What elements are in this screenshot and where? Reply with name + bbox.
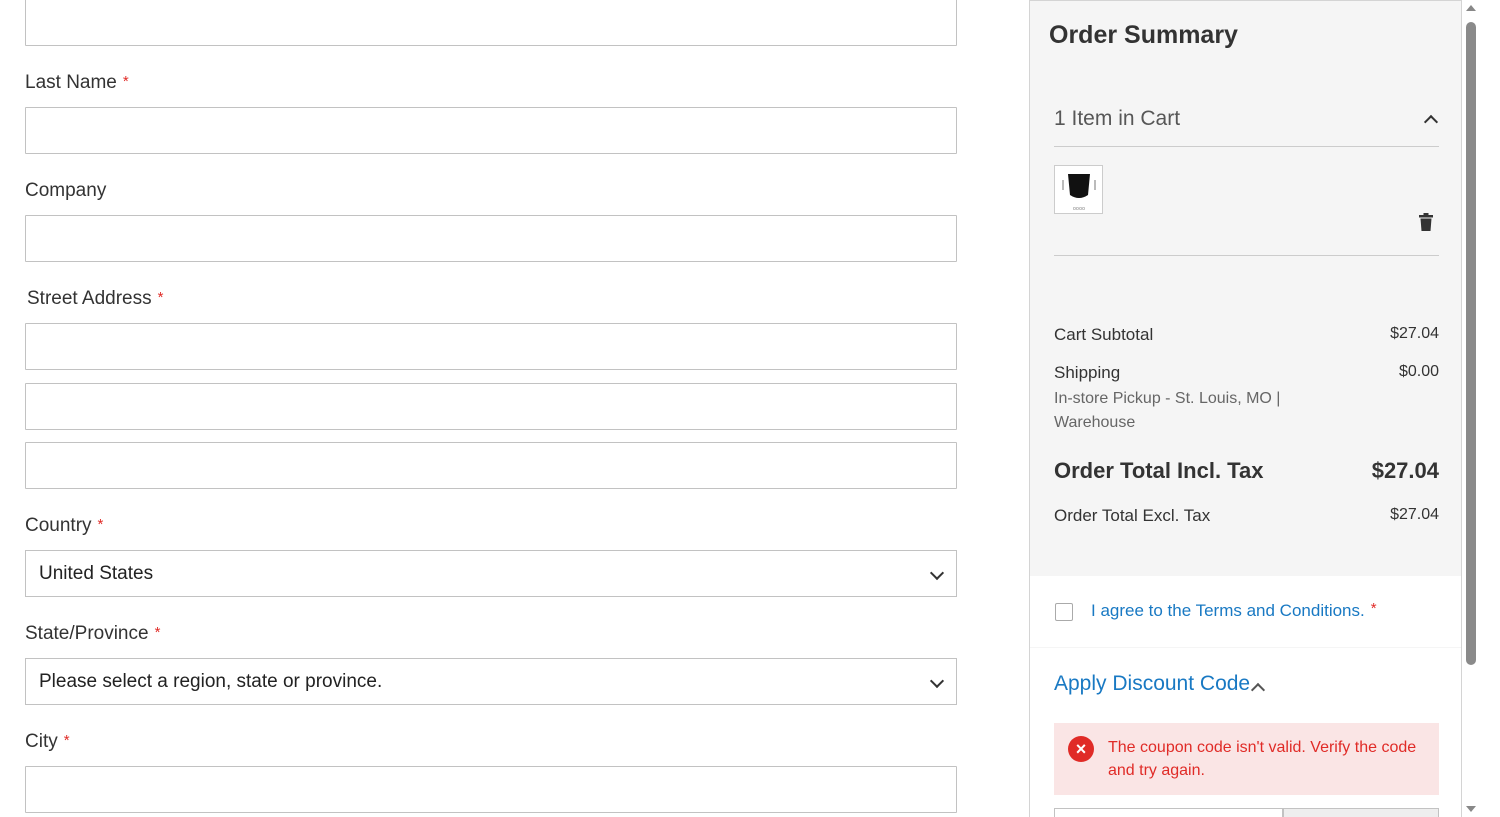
terms-link[interactable]: I agree to the Terms and Conditions. * <box>1091 600 1377 621</box>
divider <box>1054 146 1439 147</box>
divider <box>1054 255 1439 256</box>
state-province-select[interactable]: Please select a region, state or provinc… <box>25 658 957 705</box>
coupon-error-text: The coupon code isn't valid. Verify the … <box>1108 739 1417 779</box>
terms-checkbox[interactable] <box>1055 603 1073 621</box>
last-name-input[interactable] <box>25 107 957 154</box>
order-total-incl-value: $27.04 <box>1371 458 1439 483</box>
street-address-line-3-input[interactable] <box>25 442 957 489</box>
company-label: Company <box>25 180 107 201</box>
error-x-icon: × <box>1068 736 1094 762</box>
shipping-method: In-store Pickup - St. Louis, MO | Wareho… <box>1054 390 1281 431</box>
order-summary-panel: Order Summary 1 Item in Cart oooo Cart S… <box>1029 0 1462 817</box>
street-address-line-2-input[interactable] <box>25 383 957 430</box>
page-scrollbar[interactable] <box>1462 0 1480 817</box>
terms-section: I agree to the Terms and Conditions. * <box>1030 576 1461 647</box>
order-total-incl-row: Order Total Incl. Tax $27.04 <box>1054 458 1439 484</box>
shipping-row: Shipping $0.00 <box>1054 363 1439 383</box>
order-total-excl-label: Order Total Excl. Tax <box>1054 506 1211 525</box>
company-input[interactable] <box>25 215 957 262</box>
apply-discount-button[interactable] <box>1283 808 1439 817</box>
scroll-thumb[interactable] <box>1466 22 1476 665</box>
cart-subtotal-row: Cart Subtotal $27.04 <box>1054 325 1439 345</box>
order-total-incl-label: Order Total Incl. Tax <box>1054 458 1264 483</box>
scroll-up-arrow-icon[interactable] <box>1466 5 1476 11</box>
state-province-label: State/Province * <box>25 623 161 644</box>
chevron-down-icon <box>929 565 945 581</box>
country-select[interactable]: United States <box>25 550 957 597</box>
chevron-up-icon[interactable] <box>1423 114 1439 130</box>
street-address-label: Street Address * <box>27 288 164 309</box>
chevron-up-icon[interactable] <box>1250 682 1266 698</box>
shipping-label: Shipping <box>1054 363 1121 382</box>
order-total-excl-value: $27.04 <box>1390 506 1439 523</box>
shipping-address-form: Last Name * Company Street Address * Count… <box>0 0 1000 817</box>
items-in-cart-toggle[interactable]: 1 Item in Cart <box>1054 107 1180 131</box>
country-label: Country * <box>25 515 104 536</box>
svg-text:oooo: oooo <box>1072 206 1084 212</box>
last-name-label: Last Name * <box>25 72 129 93</box>
city-input[interactable] <box>25 766 957 813</box>
apply-discount-toggle[interactable]: Apply Discount Code <box>1054 672 1250 696</box>
order-summary-title: Order Summary <box>1049 21 1238 49</box>
discount-section: Apply Discount Code × The coupon code is… <box>1030 648 1461 817</box>
chevron-down-icon <box>929 673 945 689</box>
scroll-down-arrow-icon[interactable] <box>1466 806 1476 812</box>
product-thumbnail[interactable]: oooo <box>1054 165 1103 214</box>
shipping-value: $0.00 <box>1398 363 1439 380</box>
cart-subtotal-value: $27.04 <box>1390 325 1439 342</box>
discount-code-input[interactable] <box>1054 808 1283 817</box>
coupon-error-message: × The coupon code isn't valid. Verify th… <box>1054 723 1439 795</box>
street-address-line-1-input[interactable] <box>25 323 957 370</box>
first-name-input[interactable] <box>25 0 957 46</box>
cart-subtotal-label: Cart Subtotal <box>1054 325 1154 344</box>
order-total-excl-row: Order Total Excl. Tax $27.04 <box>1054 506 1439 526</box>
city-label: City * <box>25 731 70 752</box>
trash-icon[interactable] <box>1419 213 1433 232</box>
